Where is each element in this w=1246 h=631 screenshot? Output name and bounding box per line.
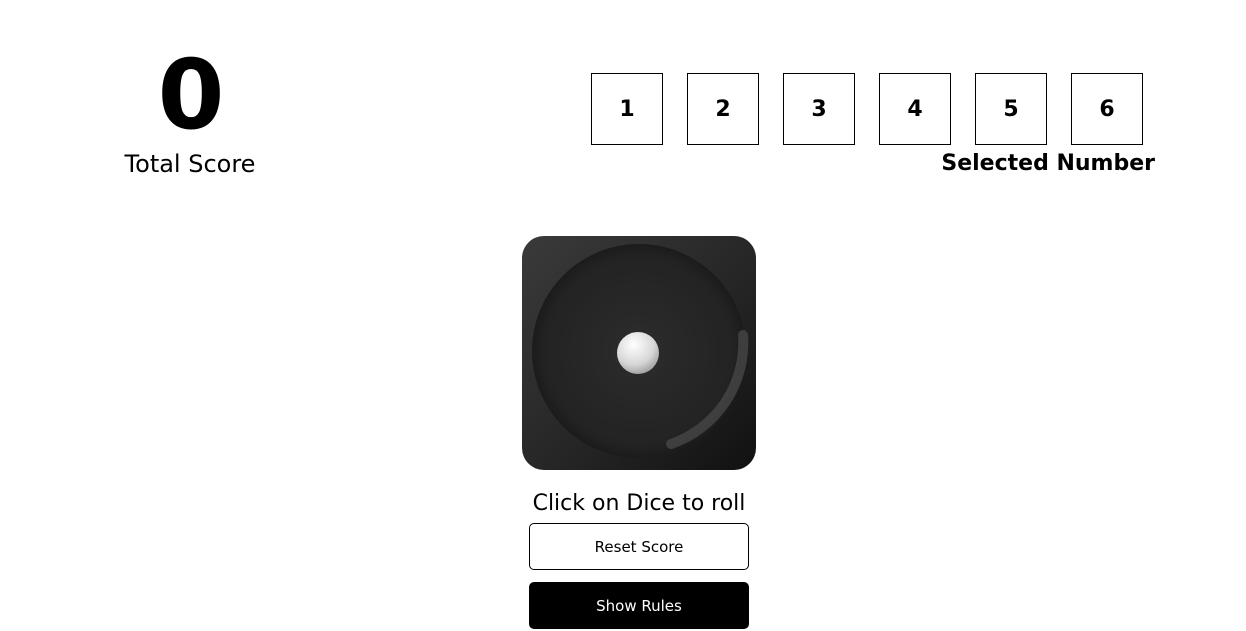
number-option-4[interactable]: 4 [879,73,951,145]
number-option-3[interactable]: 3 [783,73,855,145]
number-option-1[interactable]: 1 [591,73,663,145]
number-option-6[interactable]: 6 [1071,73,1143,145]
roll-instruction: Click on Dice to roll [532,491,746,516]
selected-number-label: Selected Number [941,151,1155,176]
show-rules-button[interactable]: Show Rules [529,582,749,629]
total-score-panel: 0 Total Score [90,40,290,179]
number-selector: 1 2 3 4 5 6 [591,73,1143,145]
dice-pip [617,332,659,374]
number-option-2[interactable]: 2 [687,73,759,145]
dice-one-icon [522,236,756,470]
reset-score-button[interactable]: Reset Score [529,523,749,570]
dice-button[interactable] [521,235,757,471]
dice-game-page: 0 Total Score 1 2 3 4 5 6 Selected Numbe… [0,0,1246,631]
number-option-5[interactable]: 5 [975,73,1047,145]
total-score-label: Total Score [124,150,256,178]
total-score-value: 0 [157,39,225,151]
